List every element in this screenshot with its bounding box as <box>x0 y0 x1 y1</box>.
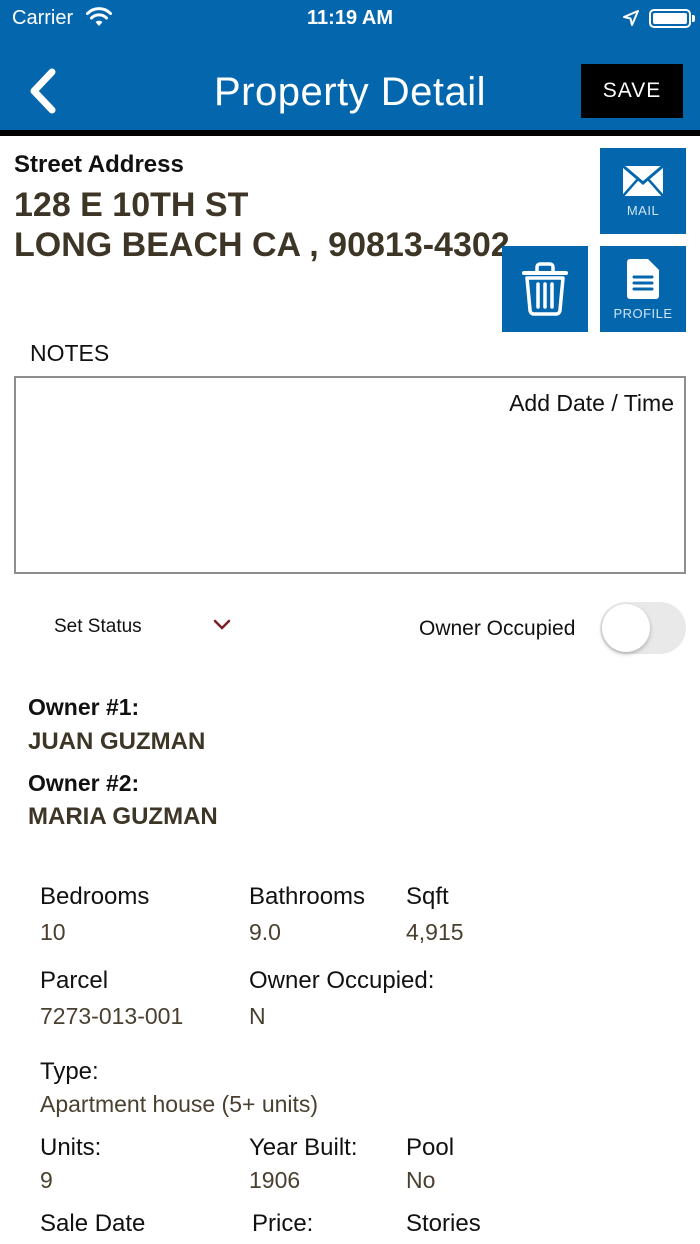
set-status-dropdown[interactable]: Set Status <box>54 614 244 644</box>
nav-divider <box>0 130 700 136</box>
owner-2-label: Owner #2: <box>28 770 140 796</box>
trash-icon <box>522 262 568 316</box>
chevron-down-icon <box>213 619 231 630</box>
notes-textarea[interactable]: Add Date / Time <box>14 376 686 574</box>
envelope-icon <box>622 164 664 197</box>
sale-date-label: Sale Date <box>40 1210 146 1237</box>
notes-label: NOTES <box>30 340 110 366</box>
parcel-label: Parcel <box>40 967 109 994</box>
sqft-label: Sqft <box>406 883 449 910</box>
mail-label: MAIL <box>626 202 660 218</box>
owner-occupied-toggle[interactable] <box>600 602 686 654</box>
owner-occupied-toggle-label: Owner Occupied <box>419 617 576 640</box>
nav-bar: Property Detail SAVE <box>0 36 700 130</box>
type-label: Type: <box>40 1058 99 1085</box>
profile-label: PROFILE <box>613 305 673 321</box>
bathrooms-label: Bathrooms <box>249 883 366 910</box>
pool-value: No <box>406 1167 436 1193</box>
address-line-1: 128 E 10TH ST <box>14 186 249 224</box>
street-address-label: Street Address <box>14 151 184 178</box>
parcel-value: 7273-013-001 <box>40 1003 184 1029</box>
bedrooms-label: Bedrooms <box>40 883 150 910</box>
stories-label: Stories <box>406 1210 481 1237</box>
type-value: Apartment house (5+ units) <box>40 1091 319 1117</box>
set-status-label: Set Status <box>54 616 142 637</box>
address-line-2: LONG BEACH CA , 90813-4302 <box>14 226 510 264</box>
owner-1-label: Owner #1: <box>28 694 140 720</box>
units-label: Units: <box>40 1134 102 1161</box>
battery-icon <box>649 9 695 28</box>
toggle-knob <box>602 604 650 652</box>
sqft-value: 4,915 <box>406 919 464 945</box>
document-icon <box>627 258 659 299</box>
owner-occupied-detail-value: N <box>249 1003 266 1029</box>
owner-2-name: MARIA GUZMAN <box>28 803 218 830</box>
pool-label: Pool <box>406 1134 455 1161</box>
price-label: Price: <box>252 1210 314 1237</box>
add-date-time-button[interactable]: Add Date / Time <box>509 390 674 417</box>
owner-1-name: JUAN GUZMAN <box>28 728 206 755</box>
units-value: 9 <box>40 1167 53 1193</box>
year-built-label: Year Built: <box>249 1134 358 1161</box>
location-arrow-icon <box>623 10 639 26</box>
mail-button[interactable]: MAIL <box>600 148 686 234</box>
profile-button[interactable]: PROFILE <box>600 246 686 332</box>
save-button[interactable]: SAVE <box>581 64 683 118</box>
year-built-value: 1906 <box>249 1167 301 1193</box>
clock: 11:19 AM <box>307 7 393 29</box>
owner-occupied-detail-label: Owner Occupied: <box>249 967 435 994</box>
status-bar: Carrier 11:19 AM <box>0 0 700 36</box>
bathrooms-value: 9.0 <box>249 919 281 945</box>
delete-button[interactable] <box>502 246 588 332</box>
bedrooms-value: 10 <box>40 919 66 945</box>
